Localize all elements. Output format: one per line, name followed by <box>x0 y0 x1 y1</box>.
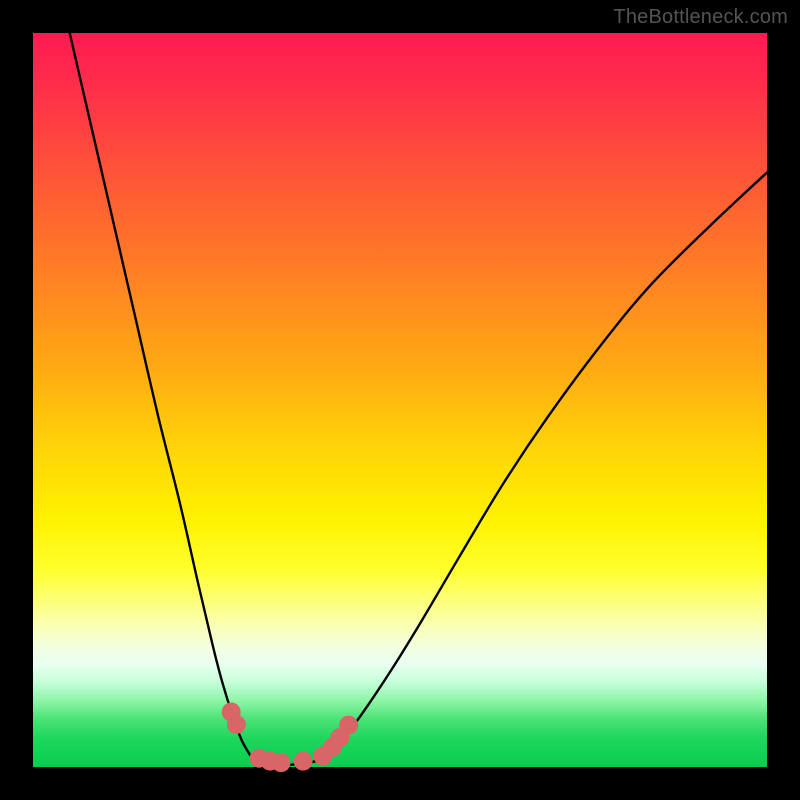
outer-frame: TheBottleneck.com <box>0 0 800 800</box>
bottleneck-curve-right <box>323 172 767 759</box>
curve-marker <box>339 716 358 735</box>
curve-overlay <box>33 33 767 767</box>
curve-markers <box>222 702 358 772</box>
curve-marker <box>272 753 291 772</box>
curve-marker <box>227 715 246 734</box>
bottleneck-curve-left <box>70 33 254 760</box>
curve-marker <box>294 752 313 771</box>
watermark-text: TheBottleneck.com <box>613 6 788 29</box>
